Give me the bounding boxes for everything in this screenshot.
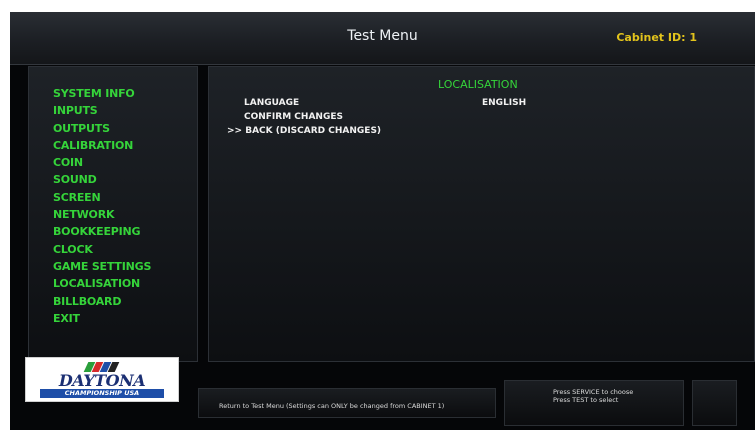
logo-text: DAYTONA xyxy=(58,371,146,390)
sidebar-menu: SYSTEM INFO INPUTS OUTPUTS CALIBRATION C… xyxy=(53,85,151,327)
instruction-test: Press TEST to select xyxy=(553,396,619,404)
instructions-box: Press SERVICE to choose Press TEST to se… xyxy=(504,380,684,426)
menu-item-game-settings[interactable]: GAME SETTINGS xyxy=(53,258,151,275)
help-text: Return to Test Menu (Settings can ONLY b… xyxy=(219,402,445,410)
option-value-language: ENGLISH xyxy=(482,98,527,108)
option-label-back: >> BACK (DISCARD CHANGES) xyxy=(227,126,382,136)
menu-item-localisation[interactable]: LOCALISATION xyxy=(53,275,151,292)
main-content-panel: LOCALISATION LANGUAGE ENGLISH CONFIRM CH… xyxy=(208,66,755,362)
instruction-service: Press SERVICE to choose xyxy=(553,388,634,396)
option-row-language[interactable]: LANGUAGE ENGLISH xyxy=(244,98,526,108)
empty-footer-box xyxy=(692,380,737,426)
daytona-logo: DAYTONA CHAMPIONSHIP USA xyxy=(25,357,179,402)
section-title: LOCALISATION xyxy=(438,78,518,91)
menu-item-calibration[interactable]: CALIBRATION xyxy=(53,137,151,154)
option-label-confirm-changes: CONFIRM CHANGES xyxy=(244,112,343,122)
option-label-language: LANGUAGE xyxy=(244,98,300,108)
option-row-back[interactable]: >> BACK (DISCARD CHANGES) xyxy=(227,126,381,136)
menu-item-inputs[interactable]: INPUTS xyxy=(53,102,151,119)
menu-item-sound[interactable]: SOUND xyxy=(53,171,151,188)
option-row-confirm-changes[interactable]: CONFIRM CHANGES xyxy=(244,112,343,122)
menu-item-screen[interactable]: SCREEN xyxy=(53,189,151,206)
menu-item-clock[interactable]: CLOCK xyxy=(53,241,151,258)
menu-item-bookkeeping[interactable]: BOOKKEEPING xyxy=(53,223,151,240)
header-bar: Test Menu Cabinet ID: 1 xyxy=(10,12,755,65)
menu-item-outputs[interactable]: OUTPUTS xyxy=(53,120,151,137)
menu-item-exit[interactable]: EXIT xyxy=(53,310,151,327)
menu-item-system-info[interactable]: SYSTEM INFO xyxy=(53,85,151,102)
sidebar-menu-panel: SYSTEM INFO INPUTS OUTPUTS CALIBRATION C… xyxy=(28,66,198,362)
instructions-text: Press SERVICE to choose Press TEST to se… xyxy=(553,388,633,404)
logo-subtitle: CHAMPIONSHIP USA xyxy=(40,389,164,398)
menu-item-billboard[interactable]: BILLBOARD xyxy=(53,293,151,310)
menu-item-network[interactable]: NETWORK xyxy=(53,206,151,223)
menu-item-coin[interactable]: COIN xyxy=(53,154,151,171)
help-text-box: Return to Test Menu (Settings can ONLY b… xyxy=(198,388,496,418)
cabinet-id-label: Cabinet ID: 1 xyxy=(616,31,697,44)
